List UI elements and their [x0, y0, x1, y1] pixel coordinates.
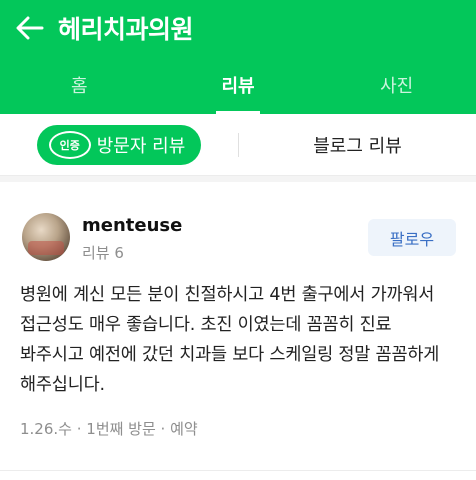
- review-type-selector: 인증 방문자 리뷰 블로그 리뷰: [0, 114, 476, 176]
- divider-bottom: [0, 470, 476, 471]
- blog-review-tab[interactable]: 블로그 리뷰: [239, 132, 476, 158]
- avatar-shade: [28, 241, 64, 255]
- tab-photos[interactable]: 사진: [317, 56, 476, 114]
- back-button[interactable]: [10, 0, 50, 56]
- review-text[interactable]: 병원에 계신 모든 분이 친절하시고 4번 출구에서 가까워서 접근성도 매우 …: [20, 280, 460, 400]
- app-header: 헤리치과의원: [0, 0, 476, 56]
- visitor-review-wrap: 인증 방문자 리뷰: [0, 124, 238, 165]
- visitor-review-label: 방문자 리뷰: [96, 135, 186, 157]
- reviewer-review-count: 리뷰 6: [82, 244, 124, 262]
- tab-home[interactable]: 홈: [0, 56, 159, 114]
- certified-badge-icon: 인증: [48, 130, 91, 159]
- visit-meta: 1.26.수 · 1번째 방문 · 예약: [20, 420, 198, 438]
- visitor-review-tab[interactable]: 인증 방문자 리뷰: [36, 124, 202, 165]
- page-title: 헤리치과의원: [58, 15, 194, 44]
- arrow-left-icon: [16, 16, 44, 40]
- follow-button[interactable]: 팔로우: [368, 219, 456, 256]
- avatar[interactable]: [22, 213, 70, 261]
- tab-reviews[interactable]: 리뷰: [159, 56, 318, 114]
- review-card: menteuse 리뷰 6 팔로우 병원에 계신 모든 분이 친절하시고 4번 …: [0, 182, 476, 472]
- tab-bar: 홈 리뷰 사진: [0, 56, 476, 114]
- reviewer-name[interactable]: menteuse: [82, 215, 182, 236]
